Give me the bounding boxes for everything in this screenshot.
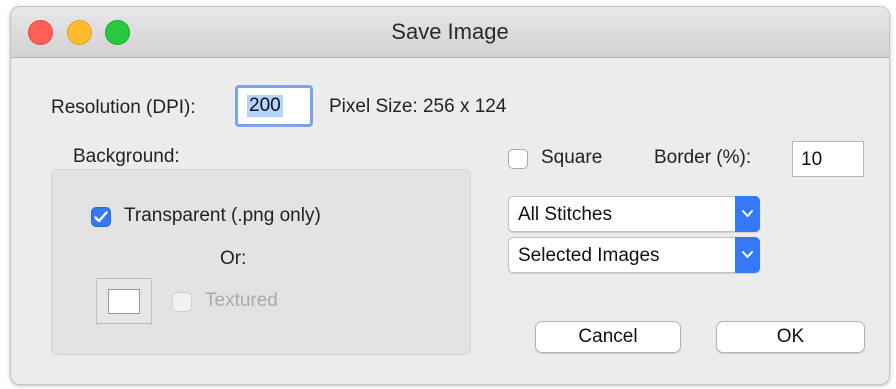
stitches-popup[interactable]: All Stitches bbox=[508, 196, 760, 232]
stitches-popup-value: All Stitches bbox=[518, 204, 612, 225]
border-value: 10 bbox=[801, 149, 823, 170]
window-title: Save Image bbox=[391, 19, 509, 44]
images-popup-arrow[interactable] bbox=[735, 237, 760, 273]
images-popup-value: Selected Images bbox=[518, 245, 660, 266]
checkmark-icon bbox=[94, 211, 108, 223]
background-group: Transparent (.png only) Or: Textured bbox=[51, 169, 471, 355]
chevron-down-icon bbox=[742, 210, 753, 217]
save-image-dialog: Save Image Resolution (DPI): 200 Pixel S… bbox=[10, 6, 890, 385]
transparent-label[interactable]: Transparent (.png only) bbox=[124, 205, 321, 227]
square-label[interactable]: Square bbox=[541, 147, 602, 169]
transparent-checkbox[interactable] bbox=[91, 207, 111, 227]
images-popup[interactable]: Selected Images bbox=[508, 237, 760, 273]
resolution-value: 200 bbox=[247, 95, 283, 117]
border-input[interactable]: 10 bbox=[792, 141, 864, 177]
pixel-size-label: Pixel Size: 256 x 124 bbox=[329, 96, 507, 117]
resolution-input[interactable]: 200 bbox=[235, 85, 313, 127]
chevron-down-icon bbox=[742, 251, 753, 258]
border-label: Border (%): bbox=[654, 147, 752, 168]
ok-button[interactable]: OK bbox=[716, 321, 865, 353]
or-label: Or: bbox=[220, 248, 247, 269]
color-swatch bbox=[108, 289, 140, 314]
cancel-button[interactable]: Cancel bbox=[535, 321, 681, 353]
square-checkbox[interactable] bbox=[508, 149, 528, 169]
textured-label: Textured bbox=[205, 290, 278, 311]
textured-checkbox[interactable] bbox=[172, 292, 192, 312]
stitches-popup-arrow[interactable] bbox=[735, 196, 760, 232]
background-color-well[interactable] bbox=[96, 278, 152, 324]
resolution-label: Resolution (DPI): bbox=[51, 97, 196, 118]
title-bar[interactable]: Save Image bbox=[11, 7, 889, 58]
background-label: Background: bbox=[73, 146, 180, 167]
